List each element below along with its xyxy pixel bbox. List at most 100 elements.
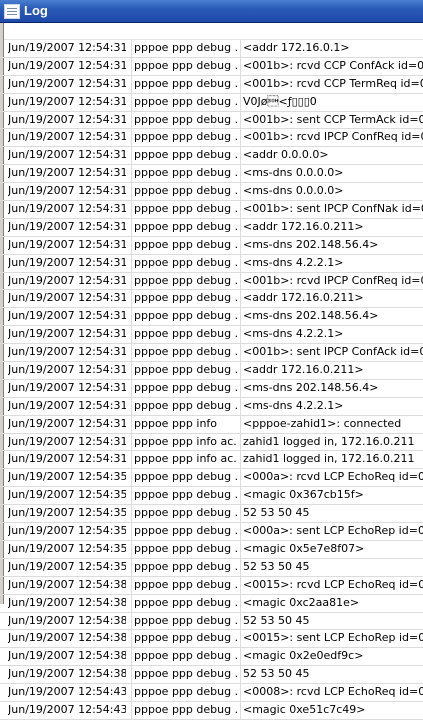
log-message: 52 53 50 45 — [240, 558, 423, 576]
log-message: <001b>: sent IPCP ConfAck id=0x8 — [240, 344, 423, 362]
log-time: Jun/19/2007 12:54:35 — [8, 559, 126, 573]
log-topics: pppoe ppp debug ... — [131, 684, 237, 701]
log-row[interactable]: Jun/19/2007 12:54:38 pppoe ppp debug ... … — [0, 648, 423, 667]
log-topics: pppoe ppp debug ... — [131, 630, 237, 648]
log-message: <ms-dns 202.148.56.4> — [240, 379, 423, 397]
log-topics: pppoe ppp debug ... — [131, 594, 237, 612]
log-row[interactable]: Jun/19/2007 12:54:31 pppoe ppp debug ... … — [0, 290, 423, 309]
log-time: Jun/19/2007 12:54:31 — [8, 219, 126, 233]
log-time: Jun/19/2007 12:54:31 — [8, 202, 126, 216]
log-topics: pppoe ppp debug ... — [131, 147, 237, 165]
log-topics: pppoe ppp debug ... — [131, 576, 237, 594]
log-row[interactable]: Jun/19/2007 12:54:31 pppoe ppp debug ... … — [0, 236, 423, 255]
log-topics: pppoe ppp debug ... — [131, 701, 237, 719]
log-topics: pppoe ppp debug ... — [131, 201, 237, 218]
log-message: <001b>: rcvd IPCP ConfReq id=0x7 — [240, 129, 423, 147]
log-row[interactable]: Jun/19/2007 12:54:35 pppoe ppp debug ... … — [0, 505, 423, 524]
log-topics: pppoe ppp info ac... — [131, 451, 237, 469]
log-row[interactable]: Jun/19/2007 12:54:35 pppoe ppp debug ... … — [0, 540, 423, 559]
log-row[interactable]: Jun/19/2007 12:54:31 pppoe ppp info ac...… — [0, 451, 423, 470]
log-time: Jun/19/2007 12:54:31 — [8, 434, 126, 448]
log-topics: pppoe ppp debug ... — [131, 75, 237, 93]
log-message: <ms-dns 4.2.2.1> — [240, 397, 423, 415]
log-message: <ms-dns 0.0.0.0> — [240, 165, 423, 183]
log-time: Jun/19/2007 12:54:35 — [8, 488, 126, 502]
log-time: Jun/19/2007 12:54:31 — [8, 273, 126, 287]
log-topics: pppoe ppp debug ... — [131, 362, 237, 379]
log-topics: pppoe ppp debug ... — [131, 344, 237, 362]
log-message: 52 53 50 45 — [240, 666, 423, 684]
log-time: Jun/19/2007 12:54:43 — [8, 702, 126, 716]
window-titlebar[interactable]: Log — [0, 0, 423, 23]
log-row[interactable]: Jun/19/2007 12:54:31 pppoe ppp debug ... … — [0, 147, 423, 166]
log-topics: pppoe ppp debug ... — [131, 612, 237, 630]
log-message: <0008>: rcvd LCP EchoReq id=0x85 — [240, 684, 423, 701]
log-topics: pppoe ppp debug ... — [131, 505, 237, 523]
log-message: <001b>: rcvd CCP ConfAck id=0x1 — [240, 57, 423, 75]
log-time: Jun/19/2007 12:54:35 — [8, 470, 126, 484]
log-row[interactable]: Jun/19/2007 12:54:31 pppoe ppp debug ... <… — [0, 129, 423, 148]
log-time: Jun/19/2007 12:54:43 — [8, 685, 126, 699]
log-message: <001b>: sent CCP TermAck id=0x6 — [240, 111, 423, 129]
log-message: <001b>: rcvd CCP TermReq id=0x6 — [240, 75, 423, 93]
log-topics: pppoe ppp debug ... — [131, 326, 237, 344]
log-row[interactable]: Jun/19/2007 12:54:38 pppoe ppp debug ... <… — [0, 576, 423, 595]
log-row[interactable]: Jun/19/2007 12:54:35 pppoe ppp debug ... <… — [0, 523, 423, 541]
log-time: Jun/19/2007 12:54:38 — [8, 595, 126, 609]
log-row[interactable]: Jun/19/2007 12:54:38 pppoe ppp debug ... … — [0, 666, 423, 685]
log-list[interactable]: Jun/19/2007 12:54:31 pppoe ppp debug ... … — [0, 40, 423, 720]
log-row[interactable]: Jun/19/2007 12:54:43 pppoe ppp debug ... <… — [0, 684, 423, 702]
log-message: <magic 0x367cb15f> — [240, 487, 423, 505]
log-row[interactable]: Jun/19/2007 12:54:31 pppoe ppp debug ... … — [0, 165, 423, 184]
log-time: Jun/19/2007 12:54:31 — [8, 380, 126, 394]
log-row[interactable]: Jun/19/2007 12:54:38 pppoe ppp debug ... <… — [0, 630, 423, 649]
log-row[interactable]: Jun/19/2007 12:54:35 pppoe ppp debug ... … — [0, 558, 423, 577]
log-topics: pppoe ppp debug ... — [131, 236, 237, 254]
log-message: V0Jø<ƒ▯▯▯0 — [240, 93, 423, 111]
log-row[interactable]: Jun/19/2007 12:54:31 pppoe ppp info <pppoe… — [0, 415, 423, 434]
log-row[interactable]: Jun/19/2007 12:54:31 pppoe ppp debug ... … — [0, 218, 423, 237]
log-row[interactable]: Jun/19/2007 12:54:31 pppoe ppp debug ... … — [0, 362, 423, 380]
log-row[interactable]: Jun/19/2007 12:54:31 pppoe ppp debug ... … — [0, 379, 423, 398]
log-row[interactable]: Jun/19/2007 12:54:35 pppoe ppp debug ... <… — [0, 469, 423, 488]
log-row[interactable]: Jun/19/2007 12:54:31 pppoe ppp debug ... <… — [0, 111, 423, 130]
log-time: Jun/19/2007 12:54:31 — [8, 416, 126, 430]
log-topics: pppoe ppp debug ... — [131, 666, 237, 684]
log-row[interactable]: Jun/19/2007 12:54:31 pppoe ppp info ac...… — [0, 433, 423, 452]
log-row[interactable]: Jun/19/2007 12:54:31 pppoe ppp debug ... <… — [0, 57, 423, 76]
log-message: <addr 0.0.0.0> — [240, 147, 423, 165]
log-message: <pppoe-zahid1>: connected — [240, 415, 423, 433]
log-message: <magic 0x5e7e8f07> — [240, 540, 423, 558]
log-message: <addr 172.16.0.1> — [240, 40, 423, 57]
log-row[interactable]: Jun/19/2007 12:54:31 pppoe ppp debug ... … — [0, 308, 423, 327]
log-message: <magic 0xc2aa81e> — [240, 594, 423, 612]
log-time: Jun/19/2007 12:54:35 — [8, 524, 126, 538]
log-time: Jun/19/2007 12:54:31 — [8, 237, 126, 251]
log-time: Jun/19/2007 12:54:31 — [8, 452, 126, 466]
log-row[interactable]: Jun/19/2007 12:54:31 pppoe ppp debug ... … — [0, 254, 423, 273]
log-time: Jun/19/2007 12:54:38 — [8, 631, 126, 645]
log-topics: pppoe ppp debug ... — [131, 272, 237, 290]
log-row[interactable]: Jun/19/2007 12:54:31 pppoe ppp debug ... <… — [0, 75, 423, 94]
log-row[interactable]: Jun/19/2007 12:54:35 pppoe ppp debug ... … — [0, 487, 423, 506]
log-row[interactable]: Jun/19/2007 12:54:31 pppoe ppp debug ... … — [0, 397, 423, 416]
log-row[interactable]: Jun/19/2007 12:54:43 pppoe ppp debug ... … — [0, 701, 423, 720]
log-message: 52 53 50 45 — [240, 505, 423, 523]
log-row[interactable]: Jun/19/2007 12:54:31 pppoe ppp debug ... <… — [0, 344, 423, 363]
log-row[interactable]: Jun/19/2007 12:54:31 pppoe ppp debug ... … — [0, 40, 423, 58]
log-row[interactable]: Jun/19/2007 12:54:31 pppoe ppp debug ... … — [0, 93, 423, 112]
log-row[interactable]: Jun/19/2007 12:54:31 pppoe ppp debug ... <… — [0, 201, 423, 219]
log-topics: pppoe ppp debug ... — [131, 40, 237, 57]
log-row[interactable]: Jun/19/2007 12:54:31 pppoe ppp debug ... <… — [0, 272, 423, 291]
log-time: Jun/19/2007 12:54:31 — [8, 58, 126, 72]
log-row[interactable]: Jun/19/2007 12:54:31 pppoe ppp debug ... … — [0, 326, 423, 345]
log-message: <magic 0xe51c7c49> — [240, 701, 423, 719]
log-topics: pppoe ppp debug ... — [131, 469, 237, 487]
log-message: <magic 0x2e0edf9c> — [240, 648, 423, 666]
log-topics: pppoe ppp debug ... — [131, 111, 237, 129]
log-row[interactable]: Jun/19/2007 12:54:31 pppoe ppp debug ... … — [0, 183, 423, 202]
log-message: <ms-dns 4.2.2.1> — [240, 326, 423, 344]
log-row[interactable]: Jun/19/2007 12:54:38 pppoe ppp debug ... … — [0, 612, 423, 631]
log-topics: pppoe ppp debug ... — [131, 540, 237, 558]
log-time: Jun/19/2007 12:54:31 — [8, 184, 126, 198]
